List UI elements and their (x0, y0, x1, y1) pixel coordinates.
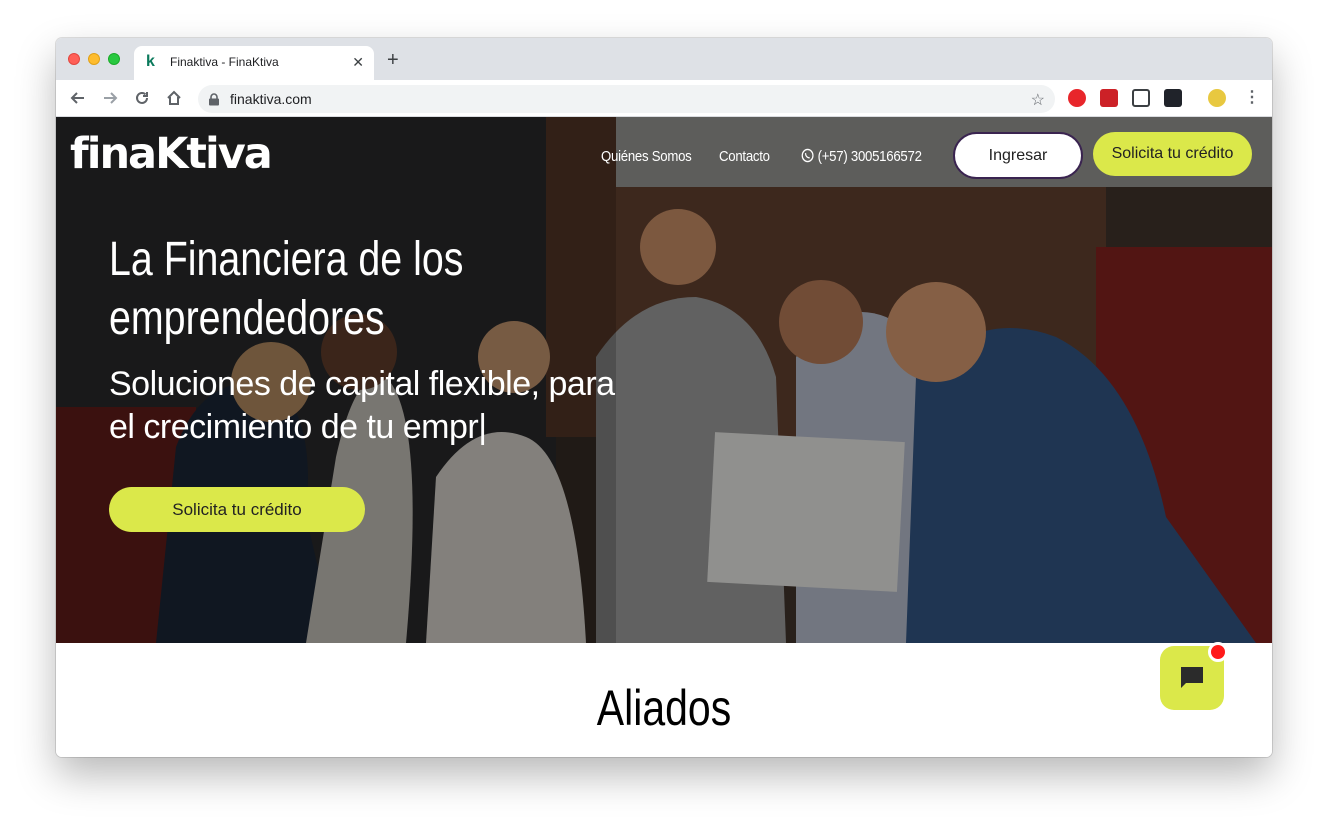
tab-close-icon[interactable]: ✕ (352, 54, 364, 71)
lock-icon (209, 93, 219, 106)
home-icon (167, 90, 181, 105)
address-bar[interactable]: finaktiva.com ☆ (198, 85, 1055, 113)
tab-title: Finaktiva - FinaKtiva (170, 55, 279, 69)
apply-credit-nav-button[interactable]: Solicita tu crédito (1093, 132, 1252, 176)
phone-number: (+57) 3005166572 (817, 148, 922, 165)
minimize-window-button[interactable] (88, 53, 100, 65)
maximize-window-button[interactable] (108, 53, 120, 65)
home-button[interactable] (164, 88, 184, 108)
chat-notification-badge (1208, 642, 1228, 662)
hero-title-line1: La Financiera de los (109, 233, 464, 286)
hero-title: La Financiera de los emprendedores (109, 230, 503, 348)
react-devtools-extension-icon[interactable] (1164, 89, 1182, 107)
reload-button[interactable] (132, 88, 152, 108)
hero-subtitle-line2: el crecimiento de tu empr| (109, 408, 487, 446)
adblock-extension-icon[interactable] (1068, 89, 1086, 107)
hero-title-line2: emprendedores (109, 292, 385, 345)
new-tab-button[interactable]: + (387, 50, 399, 70)
tab-strip: k Finaktiva - FinaKtiva ✕ + (56, 38, 1272, 80)
nav-link-phone[interactable]: (+57) 3005166572 (801, 148, 922, 165)
hero-section: finaKtiva Quiénes Somos Contacto (+57) 3… (56, 117, 1272, 643)
whatsapp-icon (801, 148, 814, 163)
finaktiva-favicon-icon: k (146, 53, 155, 70)
finaktiva-logo[interactable]: finaKtiva (70, 129, 273, 179)
browser-tab[interactable]: k Finaktiva - FinaKtiva ✕ (134, 46, 374, 80)
screenshot-extension-icon[interactable] (1132, 89, 1150, 107)
back-arrow-icon (70, 92, 84, 104)
page-viewport: finaKtiva Quiénes Somos Contacto (+57) 3… (56, 117, 1272, 757)
hero-subtitle: Soluciones de capital flexible, para el … (109, 363, 729, 449)
lastpass-extension-icon[interactable] (1100, 89, 1118, 107)
bookmark-star-icon[interactable]: ☆ (1031, 90, 1045, 110)
browser-toolbar: finaktiva.com ☆ ⋮ (56, 80, 1272, 117)
nav-link-contact[interactable]: Contacto (719, 148, 770, 165)
login-button[interactable]: Ingresar (953, 132, 1083, 179)
forward-button[interactable] (100, 88, 120, 108)
reload-icon (136, 91, 148, 104)
hero-subtitle-line1: Soluciones de capital flexible, para (109, 365, 615, 403)
apply-credit-hero-button[interactable]: Solicita tu crédito (109, 487, 365, 532)
aliados-title-text: Aliados (596, 680, 732, 736)
forward-arrow-icon (104, 92, 118, 104)
profile-avatar[interactable] (1208, 89, 1226, 107)
chat-widget-button[interactable] (1160, 642, 1228, 710)
browser-menu-icon[interactable]: ⋮ (1244, 88, 1260, 108)
nav-link-about[interactable]: Quiénes Somos (601, 148, 692, 165)
back-button[interactable] (68, 88, 88, 108)
close-window-button[interactable] (68, 53, 80, 65)
aliados-heading: Aliados (56, 679, 1272, 737)
browser-window: k Finaktiva - FinaKtiva ✕ + finaktiva.co… (56, 38, 1272, 757)
url-text: finaktiva.com (230, 91, 312, 107)
chat-icon (1181, 667, 1203, 688)
